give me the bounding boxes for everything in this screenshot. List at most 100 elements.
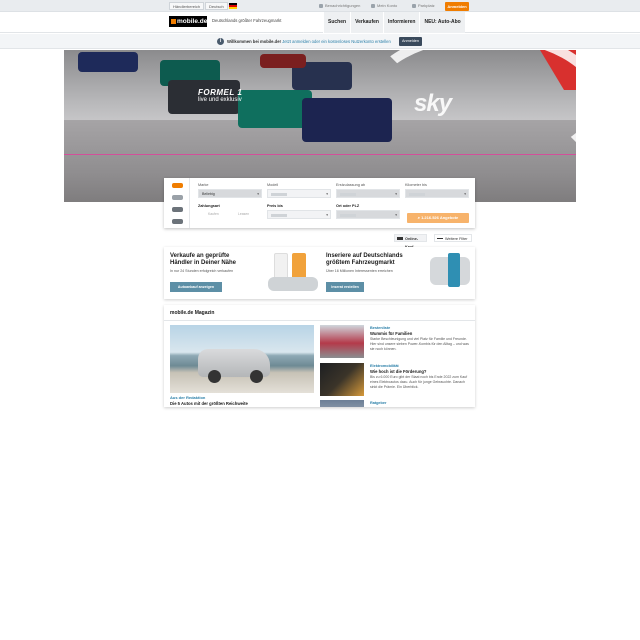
- chevron-down-icon: ▾: [326, 192, 328, 196]
- autoankauf-button[interactable]: Autoankauf anzeigen: [170, 282, 222, 292]
- modell-select[interactable]: ▾: [267, 189, 331, 198]
- parking-link[interactable]: Parkplatz: [412, 2, 435, 10]
- offers-count: 1.216.526 Angebote: [421, 215, 459, 220]
- field-ort: Ort oder PLZ ▾: [336, 204, 400, 224]
- f1-title: FORMEL 1: [198, 88, 243, 97]
- promo-right-title-1: Inseriere auf Deutschlands: [326, 253, 403, 259]
- promo-left-desc: In nur 24 Stunden erfolgreich verkaufen: [170, 269, 234, 273]
- tab-car-icon[interactable]: [172, 183, 183, 188]
- article-thumbnail: [320, 363, 364, 396]
- f1-promo-badge: FORMEL 1 live und exklusiv: [198, 88, 242, 103]
- magazin-article-1[interactable]: Bestenliste Wummis für Familien Starke B…: [320, 325, 470, 361]
- field-zahlungsart: Zahlungsart Kaufen Leasen: [198, 204, 262, 224]
- marke-value: Beliebig: [202, 192, 215, 196]
- tab-camper-icon[interactable]: [172, 219, 183, 224]
- erstzulassung-select[interactable]: ▾: [336, 189, 400, 198]
- promo-car-image: [268, 277, 318, 291]
- magazin-main-image[interactable]: [170, 325, 314, 393]
- welcome-register-link[interactable]: Jetzt anmelden oder ein kostenloses Nutz…: [282, 39, 391, 44]
- create-listing-button[interactable]: Inserat erstellen: [326, 282, 364, 292]
- main-nav: Suchen Verkaufen Informieren NEU: Auto-A…: [323, 12, 465, 33]
- f1-subtitle: live und exklusiv: [198, 97, 242, 103]
- marke-label: Marke: [198, 183, 209, 187]
- erstzulassung-label: Erstzulassung ab: [336, 183, 366, 187]
- field-marke: Marke Beliebig ▾: [198, 183, 262, 203]
- seller-person-image: [448, 253, 460, 287]
- promo-left-title-2: Händler in Deiner Nähe: [170, 260, 237, 266]
- erstzulassung-placeholder: [340, 192, 356, 196]
- article-kicker: Ratgeber: [370, 401, 387, 405]
- magazin-article-3[interactable]: Ratgeber: [320, 400, 470, 407]
- preis-placeholder: [271, 213, 287, 217]
- race-car: [260, 54, 306, 68]
- preis-label: Preis bis: [267, 204, 283, 208]
- article-text: Ratgeber: [370, 400, 470, 406]
- article-desc: Bis zu 6.000 Euro gibt der Staat noch bi…: [370, 375, 468, 389]
- welcome-bold: Willkommen bei mobile.de!: [227, 39, 281, 44]
- online-kauf-button[interactable]: Online-Kauf: [394, 234, 427, 249]
- modell-placeholder: [271, 192, 287, 196]
- zahlungsart-leasen[interactable]: Leasen: [238, 210, 249, 218]
- kilometer-select[interactable]: ▾: [405, 189, 469, 198]
- nav-auto-abo[interactable]: NEU: Auto-Abo: [419, 12, 465, 33]
- magazin-main-headline[interactable]: Die 5 Autos mit der größten Reichweite: [170, 401, 248, 406]
- article-thumbnail: [320, 400, 364, 407]
- zahlungsart-toggle[interactable]: Kaufen Leasen: [198, 210, 262, 219]
- promo-left-title-1: Verkaufe an geprüfte: [170, 253, 230, 259]
- hero-pink-line: [64, 154, 576, 155]
- magazin-article-2[interactable]: Elektromobilität Wie hoch ist die Förder…: [320, 363, 470, 399]
- ort-input[interactable]: ▾: [336, 210, 400, 219]
- chevron-down-icon: ▾: [326, 213, 328, 217]
- wheel-icon: [208, 370, 221, 383]
- my-account-link[interactable]: Mein Konto: [371, 2, 397, 10]
- quick-search-card: Marke Beliebig ▾ Modell ▾ Erstzulassung a…: [164, 178, 475, 228]
- article-text: Bestenliste Wummis für Familien Starke B…: [370, 325, 470, 352]
- promo-right-title-2: größtem Fahrzeugmarkt: [326, 260, 395, 266]
- top-utility-bar: Händlerbereich Deutsch Benachrichtigunge…: [0, 0, 640, 12]
- zahlungsart-kaufen[interactable]: Kaufen: [208, 210, 219, 218]
- language-select[interactable]: Deutsch: [205, 2, 228, 10]
- sell-promo-card: Verkaufe an geprüfte Händler in Deiner N…: [164, 247, 475, 299]
- more-filters-button[interactable]: Weitere Filter: [434, 234, 472, 242]
- welcome-message: Willkommen bei mobile.de! Jetzt anmelden…: [227, 38, 391, 45]
- tab-truck-icon[interactable]: [172, 207, 183, 212]
- field-erstzulassung: Erstzulassung ab ▾: [336, 183, 400, 203]
- promo-right-desc: Über 16 Millionen Interessenten erreiche…: [326, 269, 393, 273]
- main-header: mobile.de Deutschlands größter Fahrzeugm…: [0, 12, 640, 33]
- magazin-section: mobile.de Magazin Aus der Redaktion Die …: [164, 305, 475, 407]
- zahlungsart-label: Zahlungsart: [198, 204, 220, 208]
- race-car: [78, 52, 138, 72]
- magazin-title: mobile.de Magazin: [170, 310, 215, 316]
- field-preis: Preis bis ▾: [267, 204, 331, 224]
- nav-verkaufen[interactable]: Verkaufen: [350, 12, 383, 33]
- tab-motorbike-icon[interactable]: [172, 195, 183, 200]
- chevron-down-icon: ▾: [257, 192, 259, 196]
- chevron-down-icon: ▾: [464, 192, 466, 196]
- modell-label: Modell: [267, 183, 279, 187]
- ort-placeholder: [340, 213, 356, 217]
- notifications-link[interactable]: Benachrichtigungen: [319, 2, 360, 10]
- nav-suchen[interactable]: Suchen: [323, 12, 351, 33]
- more-filters-label: Weitere Filter: [445, 237, 468, 241]
- nav-informieren[interactable]: Informieren: [382, 12, 420, 33]
- mobile-de-logo[interactable]: mobile.de: [169, 16, 207, 27]
- info-icon: i: [217, 38, 224, 45]
- race-car: [302, 98, 392, 142]
- marke-select[interactable]: Beliebig ▾: [198, 189, 262, 198]
- kilometer-placeholder: [409, 192, 425, 196]
- kilometer-label: Kilometer bis: [405, 183, 427, 187]
- sky-logo: sky: [414, 90, 452, 117]
- login-button[interactable]: Anmelden: [445, 2, 469, 11]
- article-desc: Starke Beschleunigung und viel Platz für…: [370, 337, 469, 351]
- article-text: Elektromobilität Wie hoch ist die Förder…: [370, 363, 470, 390]
- article-thumbnail: [320, 325, 364, 358]
- race-car: [238, 90, 312, 128]
- banner-login-button[interactable]: Anmelden: [399, 37, 422, 46]
- dealer-area-link[interactable]: Händlerbereich: [169, 2, 205, 10]
- cart-icon: [397, 237, 403, 240]
- preis-select[interactable]: ▾: [267, 210, 331, 219]
- german-flag-icon: [229, 3, 237, 9]
- magazin-divider: [164, 320, 475, 321]
- vehicle-type-tabs: [164, 178, 190, 228]
- show-offers-button[interactable]: ⌕ 1.216.526 Angebote: [407, 213, 469, 223]
